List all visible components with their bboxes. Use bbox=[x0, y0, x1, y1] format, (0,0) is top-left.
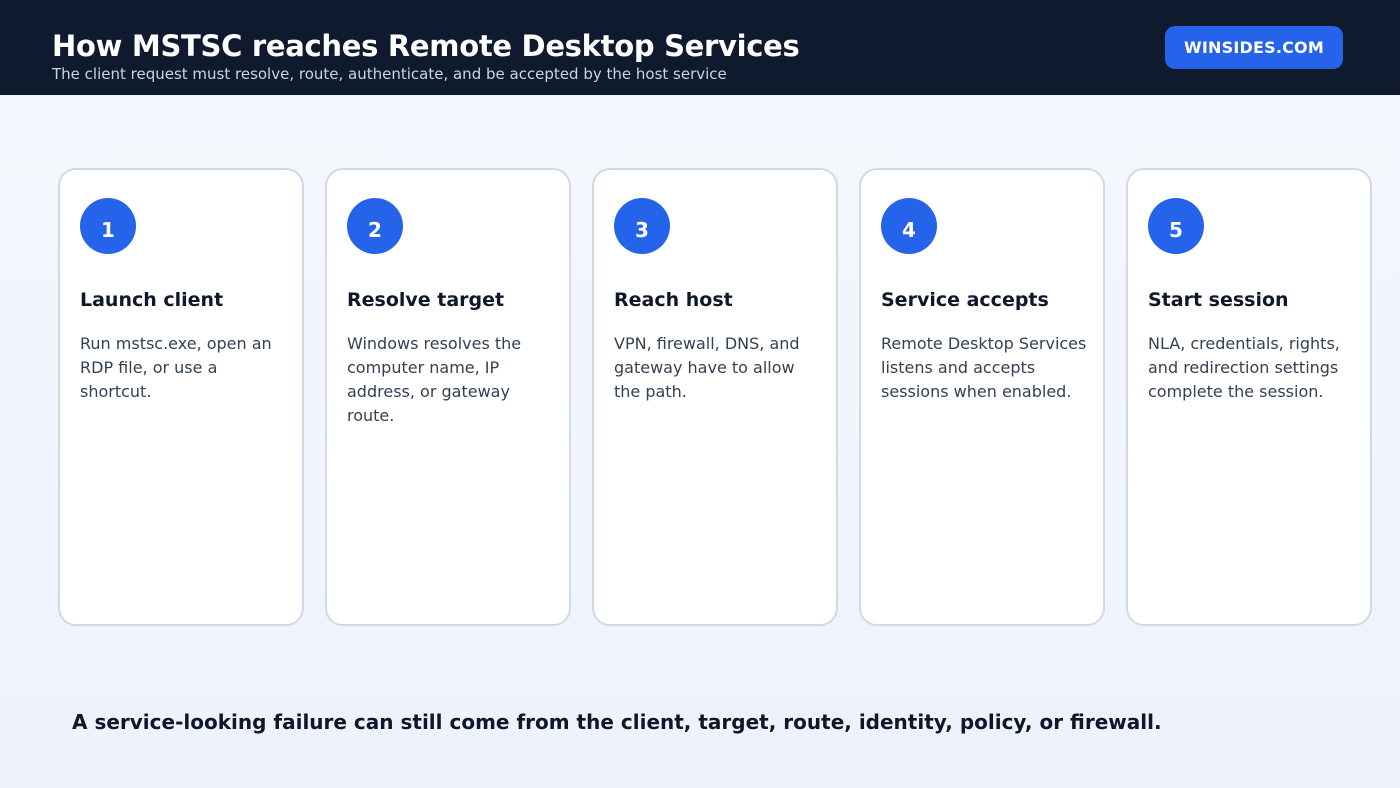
step-card-launch-client: 1 Launch client Run mstsc.exe, open an R… bbox=[58, 168, 304, 626]
footer-note: A service-looking failure can still come… bbox=[72, 710, 1162, 734]
step-description: Remote Desktop Services listens and acce… bbox=[881, 334, 1087, 401]
step-number-badge: 1 bbox=[80, 198, 136, 254]
step-title: Resolve target bbox=[347, 289, 505, 311]
step-number-badge: 4 bbox=[881, 198, 937, 254]
step-title: Service accepts bbox=[881, 289, 1049, 311]
step-description: Run mstsc.exe, open an RDP file, or use … bbox=[80, 334, 272, 401]
step-number-badge: 5 bbox=[1148, 198, 1204, 254]
steps-row: 1 Launch client Run mstsc.exe, open an R… bbox=[58, 168, 1374, 626]
step-card-reach-host: 3 Reach host VPN, firewall, DNS, and gat… bbox=[592, 168, 838, 626]
step-card-start-session: 5 Start session NLA, credentials, rights… bbox=[1126, 168, 1372, 626]
step-description: VPN, firewall, DNS, and gateway have to … bbox=[614, 334, 800, 401]
step-title: Reach host bbox=[614, 289, 733, 311]
page-subtitle: The client request must resolve, route, … bbox=[52, 65, 727, 83]
step-card-service-accepts: 4 Service accepts Remote Desktop Service… bbox=[859, 168, 1105, 626]
step-title: Start session bbox=[1148, 289, 1289, 311]
header-bar: How MSTSC reaches Remote Desktop Service… bbox=[0, 0, 1400, 95]
step-number-badge: 3 bbox=[614, 198, 670, 254]
step-description: Windows resolves the computer name, IP a… bbox=[347, 334, 522, 425]
step-number-badge: 2 bbox=[347, 198, 403, 254]
step-card-resolve-target: 2 Resolve target Windows resolves the co… bbox=[325, 168, 571, 626]
page-title: How MSTSC reaches Remote Desktop Service… bbox=[52, 29, 800, 63]
step-description: NLA, credentials, rights, and redirectio… bbox=[1148, 334, 1340, 401]
step-title: Launch client bbox=[80, 289, 224, 311]
brand-badge[interactable]: WINSIDES.COM bbox=[1165, 26, 1343, 69]
